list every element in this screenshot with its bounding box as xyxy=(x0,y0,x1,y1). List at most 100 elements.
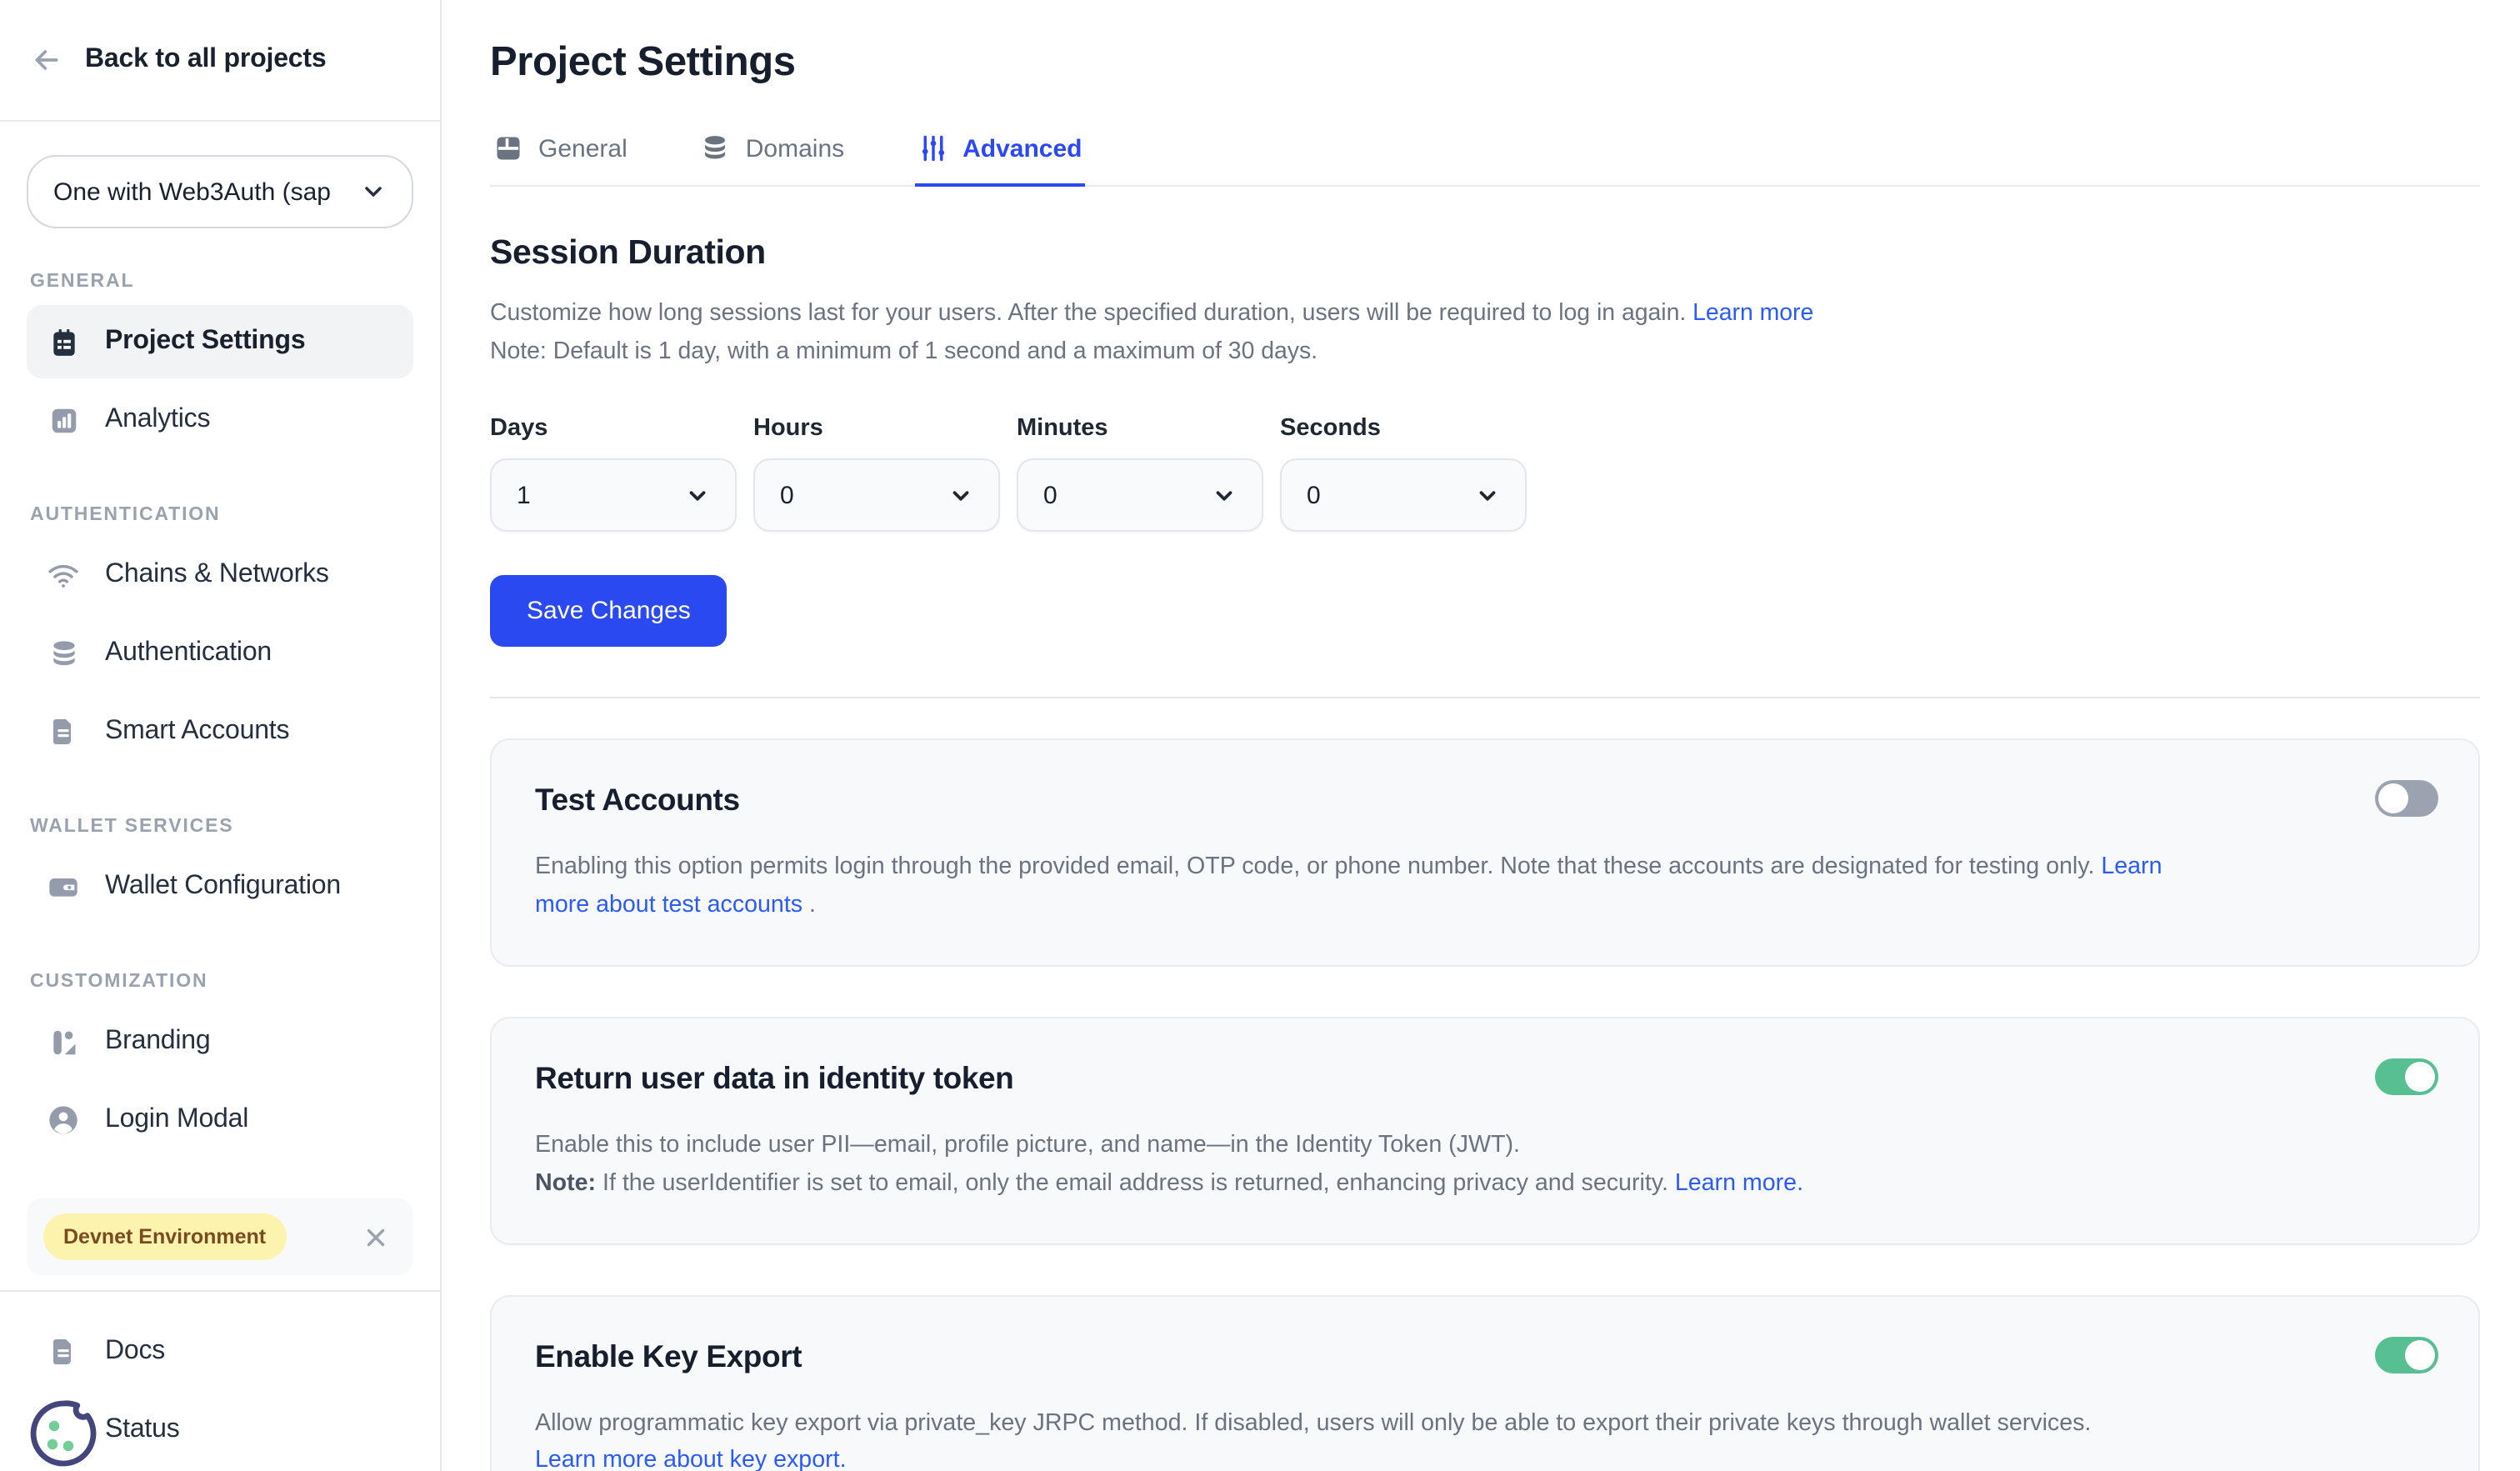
chevron-down-icon xyxy=(360,178,387,205)
back-label: Back to all projects xyxy=(85,45,326,75)
card-title: Return user data in identity token xyxy=(535,1060,2435,1097)
chevron-down-icon xyxy=(948,483,973,508)
paintbrush-icon xyxy=(47,1026,80,1058)
seconds-select[interactable]: 0 xyxy=(1280,458,1527,532)
environment-card: Devnet Environment xyxy=(27,1198,413,1275)
sidebar-item-label: Analytics xyxy=(105,405,210,435)
environment-badge: Devnet Environment xyxy=(43,1213,286,1260)
identity-token-learn-more-link[interactable]: Learn more. xyxy=(1675,1169,1803,1196)
toggle-knob xyxy=(2405,1339,2435,1369)
arrow-left-icon xyxy=(30,43,63,77)
tab-label: Advanced xyxy=(962,134,1082,163)
sidebar-section-authentication: AUTHENTICATION xyxy=(30,505,410,525)
toggle-knob xyxy=(2405,1062,2435,1092)
days-select[interactable]: 1 xyxy=(490,458,737,532)
chevron-down-icon xyxy=(1475,483,1500,508)
document-icon xyxy=(47,717,80,747)
sidebar-item-label: Project Settings xyxy=(105,327,305,357)
tab-label: General xyxy=(538,134,628,163)
close-icon[interactable] xyxy=(362,1223,390,1251)
session-learn-more-link[interactable]: Learn more xyxy=(1692,300,1813,327)
test-accounts-card: Test Accounts Enabling this option permi… xyxy=(490,738,2480,967)
docs-icon xyxy=(47,1337,80,1367)
database-icon xyxy=(701,133,731,163)
tab-label: Domains xyxy=(746,134,844,163)
project-selector-value: One with Web3Auth (sap xyxy=(53,178,331,206)
save-changes-button[interactable]: Save Changes xyxy=(490,575,728,647)
hours-value: 0 xyxy=(780,481,794,509)
app-window: Back to all projects One with Web3Auth (… xyxy=(0,0,2520,1471)
duration-field-hours: Hours 0 xyxy=(753,415,1000,532)
note-label: Note: xyxy=(535,1169,596,1196)
duration-field-days: Days 1 xyxy=(490,415,737,532)
sidebar-item-status[interactable]: Status xyxy=(27,1393,413,1467)
toggle-knob xyxy=(2378,783,2408,813)
identity-token-toggle[interactable] xyxy=(2375,1058,2438,1095)
card-text: Allow programmatic key export via privat… xyxy=(535,1409,2091,1436)
card-title: Enable Key Export xyxy=(535,1338,2435,1374)
sidebar-item-login-modal[interactable]: Login Modal xyxy=(27,1083,413,1157)
card-text: Enabling this option permits login throu… xyxy=(535,853,2101,880)
sidebar-item-label: Login Modal xyxy=(105,1105,248,1135)
sidebar-section-general: GENERAL xyxy=(30,272,410,292)
sidebar: Back to all projects One with Web3Auth (… xyxy=(0,0,442,1471)
identity-token-card: Return user data in identity token Enabl… xyxy=(490,1017,2480,1245)
sidebar-section-wallet-services: WALLET SERVICES xyxy=(30,817,410,837)
sidebar-item-label: Authentication xyxy=(105,638,272,668)
tab-domains[interactable]: Domains xyxy=(698,130,848,185)
wallet-icon xyxy=(47,870,80,903)
sidebar-item-wallet-configuration[interactable]: Wallet Configuration xyxy=(27,850,413,923)
chevron-down-icon xyxy=(1212,483,1237,508)
sidebar-item-label: Smart Accounts xyxy=(105,717,289,747)
sidebar-item-authentication[interactable]: Authentication xyxy=(27,617,413,690)
wifi-icon xyxy=(47,558,80,592)
hours-label: Hours xyxy=(753,415,1000,442)
sidebar-item-label: Docs xyxy=(105,1337,165,1367)
chevron-down-icon xyxy=(685,483,710,508)
sidebar-item-label: Chains & Networks xyxy=(105,560,329,590)
bar-chart-icon xyxy=(47,404,80,436)
sidebar-item-docs[interactable]: Docs xyxy=(27,1315,413,1388)
table-icon xyxy=(493,133,523,163)
session-note-text: Note: Default is 1 day, with a minimum o… xyxy=(490,338,1318,365)
card-text: . xyxy=(802,892,816,918)
tab-advanced[interactable]: Advanced xyxy=(914,130,1085,185)
back-to-projects-button[interactable]: Back to all projects xyxy=(0,0,440,122)
card-description: Enable this to include user PII—email, p… xyxy=(535,1127,2435,1203)
session-description-text: Customize how long sessions last for you… xyxy=(490,300,1686,327)
sidebar-item-label: Status xyxy=(105,1415,180,1445)
duration-field-seconds: Seconds 0 xyxy=(1280,415,1527,532)
card-text: If the userIdentifier is set to email, o… xyxy=(596,1169,1675,1196)
sidebar-item-analytics[interactable]: Analytics xyxy=(27,383,413,457)
days-value: 1 xyxy=(517,481,531,509)
hours-select[interactable]: 0 xyxy=(753,458,1000,532)
duration-fields: Days 1 Hours 0 Minutes 0 xyxy=(490,415,2480,532)
sliders-icon xyxy=(918,133,948,163)
project-selector-dropdown[interactable]: One with Web3Auth (sap xyxy=(27,155,413,228)
duration-field-minutes: Minutes 0 xyxy=(1017,415,1263,532)
seconds-label: Seconds xyxy=(1280,415,1527,442)
sidebar-section-customization: CUSTOMIZATION xyxy=(30,972,410,992)
tab-general[interactable]: General xyxy=(490,130,631,185)
seconds-value: 0 xyxy=(1307,481,1321,509)
card-text: Enable this to include user PII—email, p… xyxy=(535,1132,1520,1158)
days-label: Days xyxy=(490,415,737,442)
sidebar-item-label: Wallet Configuration xyxy=(105,872,341,902)
session-duration-description: Customize how long sessions last for you… xyxy=(490,295,2480,372)
card-title: Test Accounts xyxy=(535,782,2435,818)
sidebar-item-smart-accounts[interactable]: Smart Accounts xyxy=(27,695,413,768)
key-export-toggle[interactable] xyxy=(2375,1336,2438,1373)
key-export-learn-more-link[interactable]: Learn more about key export. xyxy=(535,1448,847,1471)
user-circle-icon xyxy=(47,1103,80,1137)
sidebar-item-branding[interactable]: Branding xyxy=(27,1005,413,1078)
sidebar-item-project-settings[interactable]: Project Settings xyxy=(27,305,413,378)
key-export-card: Enable Key Export Allow programmatic key… xyxy=(490,1294,2480,1471)
sidebar-footer: Docs Status xyxy=(27,1290,413,1471)
sidebar-item-label: Branding xyxy=(105,1027,211,1057)
sidebar-item-chains-networks[interactable]: Chains & Networks xyxy=(27,538,413,612)
minutes-label: Minutes xyxy=(1017,415,1263,442)
test-accounts-toggle[interactable] xyxy=(2375,780,2438,817)
main-content: Project Settings General Domains Advance… xyxy=(442,0,2520,1471)
card-description: Allow programmatic key export via privat… xyxy=(535,1404,2435,1471)
minutes-select[interactable]: 0 xyxy=(1017,458,1263,532)
